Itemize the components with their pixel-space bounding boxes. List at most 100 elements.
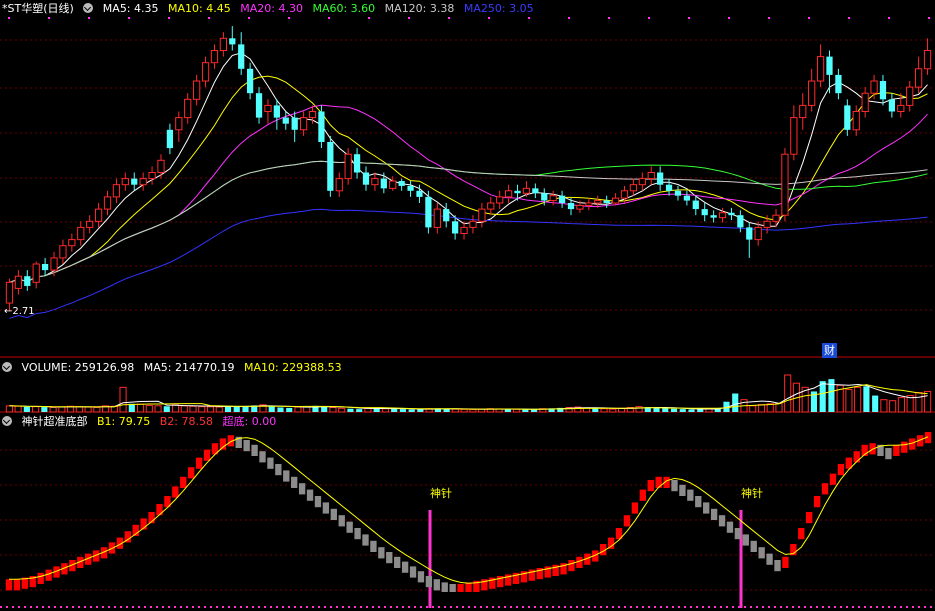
signal-label-2: 神针 [741, 487, 763, 500]
candle-body [452, 221, 459, 234]
candle-body [219, 37, 227, 51]
top-marker-dot [768, 17, 770, 19]
b1-bar [37, 572, 44, 584]
b1-bar [370, 540, 377, 552]
candle-body [915, 68, 923, 88]
b1-bar [631, 502, 639, 514]
volume-bar [58, 406, 66, 413]
candle-body [380, 178, 387, 189]
chevron-down-icon[interactable] [2, 416, 12, 426]
volume-bar [119, 386, 127, 413]
volume-bar [924, 390, 932, 413]
ma10-line [9, 75, 928, 283]
chevron-down-icon[interactable] [2, 362, 12, 372]
grid-lines [0, 17, 935, 608]
volume-ma10-label: MA10: 229388.53 [243, 361, 342, 374]
candle-body [460, 226, 468, 234]
volume-bar [5, 405, 13, 413]
b1-bar [623, 515, 631, 527]
indicator-title: 神针超准底部 [21, 415, 88, 428]
volume-bar [338, 407, 346, 413]
candle-body [638, 178, 646, 186]
candle-body [576, 204, 584, 210]
candle-body [32, 263, 40, 283]
candle-body [121, 178, 129, 186]
b1-bar [203, 449, 211, 461]
candle-body [344, 153, 352, 180]
b1-bar [607, 537, 615, 549]
candle-body [594, 200, 602, 204]
volume-bar [749, 405, 757, 413]
top-marker-dot [648, 17, 650, 19]
b1-bar [267, 457, 274, 469]
volume-bar [889, 400, 897, 413]
candle-body [852, 111, 860, 131]
top-marker-dot [408, 17, 410, 19]
candle-body [291, 117, 298, 130]
chevron-down-icon[interactable] [83, 3, 94, 13]
top-marker-dot [48, 17, 50, 19]
candle-body [692, 200, 699, 210]
ma5-label: MA5: 4.35 [102, 2, 159, 15]
top-marker-dot [208, 17, 210, 19]
signal-label-1: 神针 [430, 487, 452, 500]
candle-body [629, 184, 638, 192]
financial-report-badge[interactable]: 财 [822, 343, 837, 358]
b1-bar [322, 502, 330, 514]
volume-bar [845, 388, 853, 413]
top-marker-dot [528, 17, 530, 19]
candle-body [327, 142, 334, 191]
b1-bar [13, 579, 21, 591]
candle-body [718, 212, 727, 219]
b1-bar [433, 579, 440, 591]
volume-bar [329, 406, 337, 413]
candle-body [674, 190, 682, 196]
candle-body [567, 203, 575, 210]
b1-bar [568, 560, 575, 572]
candle-body [781, 153, 789, 216]
ma20-label: MA20: 4.30 [240, 2, 303, 15]
top-marker-dot [848, 17, 850, 19]
b1-bar [695, 496, 702, 508]
candle-body [487, 202, 495, 210]
b1-bar [726, 521, 734, 533]
b1-bar [821, 483, 829, 495]
b1-bar [394, 556, 401, 568]
ma120-label: MA120: 3.38 [384, 2, 455, 15]
volume-bar [451, 408, 459, 413]
candle-body [923, 50, 932, 70]
b1-bar [774, 560, 781, 572]
volume-bar [670, 408, 678, 412]
candle-body [362, 172, 370, 185]
price-header: *ST华塑(日线) MA5: 4.35 MA10: 4.45 MA20: 4.3… [2, 2, 540, 16]
volume-bar [75, 406, 83, 413]
b1-bar [853, 451, 860, 463]
volume-bar [697, 409, 704, 412]
volume-bar [136, 403, 145, 413]
b1-bar [306, 489, 314, 501]
top-marker-dot [168, 17, 170, 19]
candle-body [201, 62, 210, 82]
candle-body [496, 196, 504, 204]
volume-bar [233, 406, 240, 412]
b1-bar [298, 483, 306, 495]
b1-bar [417, 571, 425, 583]
top-marker-dot [928, 17, 930, 19]
volume-bar [356, 409, 363, 412]
candle-body [210, 50, 219, 64]
b1-bar [275, 464, 282, 476]
candle-body [603, 200, 610, 203]
b1-bar [330, 508, 337, 520]
candle-body [14, 275, 22, 289]
b1-bar [703, 502, 710, 514]
candle-body [389, 180, 397, 189]
candle-body [888, 99, 896, 112]
top-marker-dot [808, 17, 810, 19]
volume-bar [732, 393, 739, 412]
volume-bar [347, 408, 354, 412]
candle-body [816, 56, 825, 82]
b1-bar [291, 476, 298, 488]
candle-body [193, 80, 201, 100]
volume-bar [381, 408, 389, 413]
b1-bar [806, 512, 813, 524]
